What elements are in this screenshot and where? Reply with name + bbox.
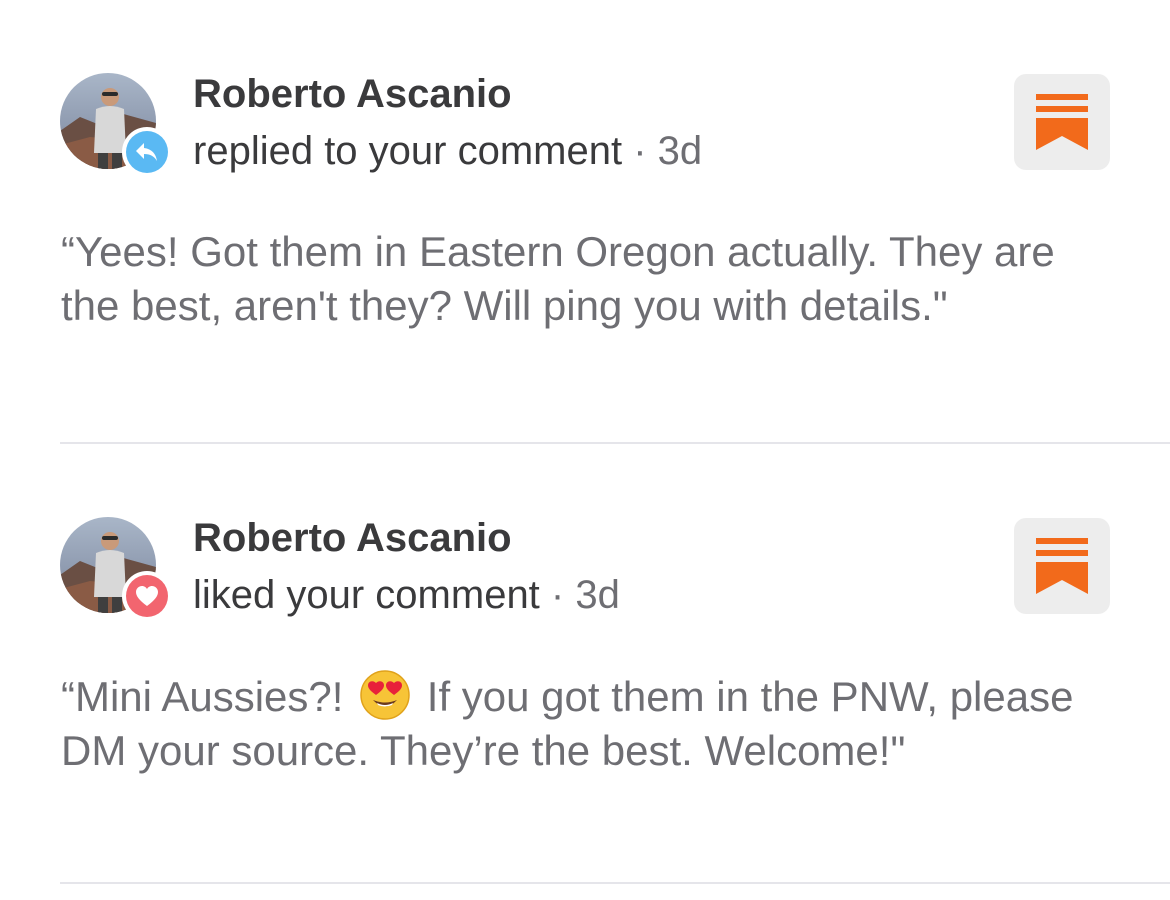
avatar-container[interactable] bbox=[60, 517, 172, 621]
author-name[interactable]: Roberto Ascanio bbox=[193, 514, 512, 562]
quote-text-start: “Mini Aussies?! bbox=[61, 673, 344, 720]
bookmark-button[interactable] bbox=[1014, 518, 1110, 614]
timestamp: 3d bbox=[575, 573, 620, 617]
bookmark-icon bbox=[1036, 94, 1088, 150]
notification-type-badge bbox=[122, 571, 172, 621]
bookmark-icon bbox=[1036, 538, 1088, 594]
notification-type-badge bbox=[122, 127, 172, 177]
divider bbox=[60, 882, 1170, 884]
action-text: liked your comment bbox=[193, 573, 540, 617]
separator-dot: · bbox=[633, 129, 647, 173]
reply-arrow-icon bbox=[126, 131, 168, 173]
heart-icon bbox=[126, 575, 168, 617]
notification-item[interactable]: Roberto Ascanio liked your comment · 3d … bbox=[0, 444, 1170, 884]
comment-quote[interactable]: “Mini Aussies?! If you got them in the P… bbox=[61, 669, 1121, 778]
timestamp: 3d bbox=[657, 129, 703, 173]
notification-summary: liked your comment · 3d bbox=[193, 570, 620, 620]
avatar-container[interactable] bbox=[60, 73, 172, 177]
notification-feed: Roberto Ascanio replied to your comment … bbox=[0, 0, 1170, 900]
notification-item[interactable]: Roberto Ascanio replied to your comment … bbox=[0, 0, 1170, 444]
comment-quote[interactable]: “Yees! Got them in Eastern Oregon actual… bbox=[61, 225, 1121, 333]
separator-dot: · bbox=[550, 573, 565, 617]
action-text: replied to your comment bbox=[193, 129, 623, 173]
notification-summary: replied to your comment · 3d bbox=[193, 126, 702, 176]
author-name[interactable]: Roberto Ascanio bbox=[193, 70, 512, 118]
bookmark-button[interactable] bbox=[1014, 74, 1110, 170]
heart-eyes-emoji bbox=[360, 670, 410, 720]
